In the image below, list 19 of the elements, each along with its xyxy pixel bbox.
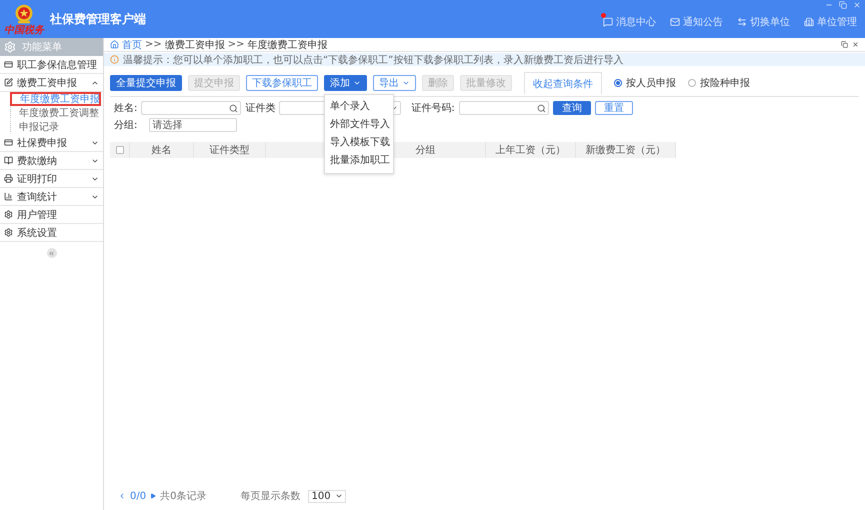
column-header: 上年工资（元） [486,142,576,158]
sidebar-title: 功能菜单 [22,40,62,54]
field-label: 证件号码: [411,102,455,115]
page-counter: 0/0 [130,490,146,502]
app-title: 社保费管理客户端 [50,10,146,28]
page-size-label: 每页显示条数 [240,490,300,503]
column-header: 姓名 [130,142,194,158]
record-count: 共0条记录 [160,490,206,503]
breadcrumb-item: 年度缴费工资申报 [248,38,328,52]
field-label: 姓名: [114,102,138,115]
column-header: 新缴费工资（元） [576,142,676,158]
field-label: 证件类 [245,102,276,115]
breadcrumb-separator: >> [228,39,245,50]
notice-text: 温馨提示：您可以单个添加职工，也可以点击“下载参保职工”按钮下载参保职工列表，录入新缴费工资后进行导入 [123,54,624,66]
field-label: 分组: [114,119,138,132]
breadcrumb-item: 缴费工资申报 [164,38,225,52]
column-header: 证件类型 [194,142,266,158]
breadcrumb-separator: >> [145,39,162,50]
logo-caption: 中国税务 [4,26,44,36]
